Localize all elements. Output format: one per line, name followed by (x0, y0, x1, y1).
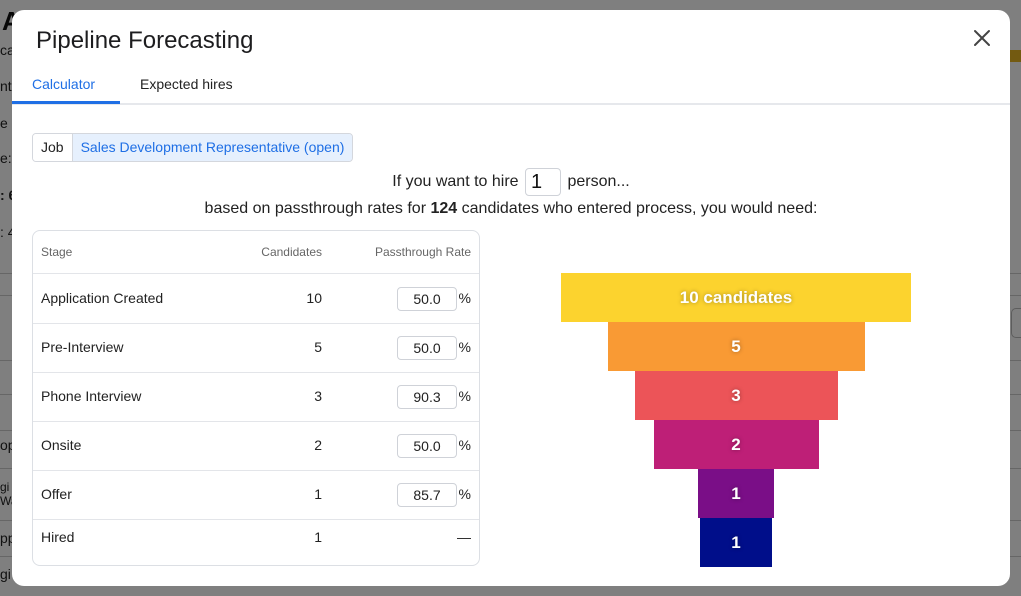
candidate-count: 2 (314, 437, 322, 453)
stage-name: Onsite (41, 437, 82, 453)
funnel-bar: 3 (634, 371, 838, 420)
tab-calculator[interactable]: Calculator (32, 76, 95, 92)
header-stage: Stage (41, 245, 73, 259)
stage-name: Pre-Interview (41, 339, 124, 355)
percent-sign: % (458, 339, 471, 355)
funnel-bar: 5 (607, 322, 865, 371)
funnel-bar: 10 candidates (561, 273, 911, 322)
passthrough-rate-input[interactable] (397, 434, 457, 458)
summary-suffix: candidates who entered process, you woul… (461, 200, 818, 217)
header-passthrough-rate: Passthrough Rate (374, 245, 471, 259)
funnel-bar: 2 (653, 420, 819, 469)
job-label: Job (33, 134, 73, 161)
modal-title: Pipeline Forecasting (36, 27, 254, 54)
funnel-bar-label: 1 (731, 483, 741, 503)
stage-table: Stage Candidates Passthrough Rate Applic… (32, 230, 480, 566)
table-row: Hired 1 — (33, 519, 479, 568)
table-row: Onsite 2% (33, 421, 479, 471)
table-row: Pre-Interview 5% (33, 323, 479, 373)
candidate-count: 10 (306, 290, 322, 306)
percent-sign: % (458, 388, 471, 404)
tab-bar: Calculator Expected hires (12, 70, 1010, 105)
summary-prefix: based on passthrough rates for (204, 200, 427, 217)
table-row: Phone Interview 3% (33, 372, 479, 422)
funnel-bar-label: 5 (731, 336, 741, 356)
candidate-count: 1 (314, 529, 322, 545)
passthrough-summary: based on passthrough rates for 124 candi… (12, 200, 1010, 218)
tab-expected-hires[interactable]: Expected hires (140, 76, 233, 92)
funnel-bar-label: 10 candidates (679, 287, 793, 307)
stage-name: Application Created (41, 290, 164, 306)
candidate-count: 3 (314, 388, 322, 404)
close-icon (974, 30, 990, 46)
passthrough-rate-input[interactable] (397, 483, 457, 507)
percent-sign: % (458, 486, 471, 502)
funnel-bar-label: 2 (731, 434, 741, 454)
candidate-count: 1 (314, 486, 322, 502)
job-value[interactable]: Sales Development Representative (open) (72, 134, 353, 161)
header-candidates: Candidates (261, 245, 322, 259)
funnel-bar-label: 1 (731, 532, 741, 552)
funnel-bar: 1 (698, 469, 774, 518)
close-button[interactable] (970, 26, 994, 50)
hire-prefix: If you want to hire (392, 173, 519, 191)
funnel-bar: 1 (700, 518, 772, 567)
passthrough-rate-input[interactable] (397, 336, 457, 360)
stage-name: Phone Interview (41, 388, 142, 404)
active-tab-indicator (12, 101, 120, 104)
stage-name: Hired (41, 529, 75, 545)
hire-sentence: If you want to hire person... (12, 168, 1010, 196)
percent-sign: % (458, 437, 471, 453)
pipeline-forecasting-modal: Pipeline Forecasting Calculator Expected… (12, 10, 1010, 586)
job-selector[interactable]: Job Sales Development Representative (op… (32, 133, 354, 162)
hire-count-input[interactable] (525, 168, 562, 196)
candidate-total: 124 (430, 200, 458, 217)
no-rate-dash: — (457, 529, 471, 545)
funnel-bar-label: 3 (731, 385, 741, 405)
passthrough-rate-input[interactable] (397, 287, 457, 311)
hire-suffix: person... (567, 173, 630, 191)
percent-sign: % (458, 290, 471, 306)
table-row: Application Created 10% (33, 274, 479, 324)
stage-name: Offer (41, 486, 72, 502)
candidate-count: 5 (314, 339, 322, 355)
table-row: Offer 1% (33, 470, 479, 520)
passthrough-rate-input[interactable] (397, 385, 457, 409)
table-header-row: Stage Candidates Passthrough Rate (33, 231, 479, 274)
